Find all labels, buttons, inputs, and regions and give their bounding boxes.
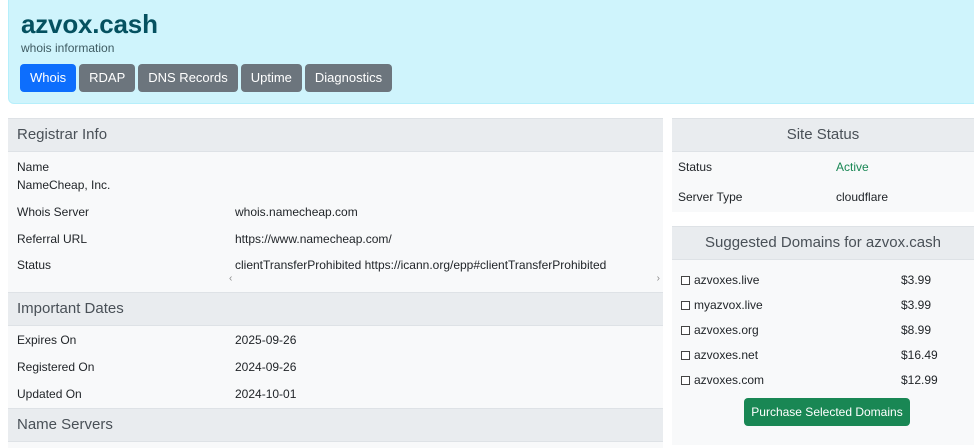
domain-price: $12.99: [901, 373, 938, 387]
referral-url-label: Referral URL: [17, 232, 88, 246]
registrar-name-value: NameCheap, Inc.: [17, 178, 111, 192]
domain-checkbox[interactable]: [681, 276, 690, 285]
domain-option[interactable]: azvoxes.org $8.99: [681, 323, 961, 339]
tab-uptime[interactable]: Uptime: [240, 64, 302, 92]
tab-whois[interactable]: Whois: [20, 64, 77, 92]
site-status-card: Site Status Status Active Server Type cl…: [672, 118, 974, 212]
server-type-label: Server Type: [678, 190, 743, 204]
registered-on-value: 2024-09-26: [235, 360, 297, 374]
important-dates-rows: Expires On 2025-09-26 Registered On 2024…: [8, 326, 663, 408]
tab-bar: Whois RDAP DNS Records Uptime Diagnostic…: [20, 64, 393, 92]
page-header: azvox.cash whois information Whois RDAP …: [8, 0, 974, 104]
expires-on-label: Expires On: [17, 333, 77, 347]
domain-option[interactable]: myazvox.live $3.99: [681, 298, 961, 314]
site-status-heading: Site Status: [672, 118, 974, 152]
tab-dns-records[interactable]: DNS Records: [138, 64, 238, 92]
registered-on-label: Registered On: [17, 360, 95, 374]
domain-name: myazvox.live: [694, 298, 763, 312]
scroll-left-arrow-icon[interactable]: ‹: [229, 273, 232, 284]
name-servers-heading: Name Servers: [8, 408, 663, 442]
status-horizontal-scrollbar[interactable]: ‹ ›: [226, 273, 663, 285]
important-dates-heading: Important Dates: [8, 292, 663, 326]
domain-option[interactable]: azvoxes.live $3.99: [681, 273, 961, 289]
registrar-info-rows: Name NameCheap, Inc. Whois Server whois.…: [8, 152, 663, 272]
domain-name: azvoxes.net: [694, 348, 759, 362]
whois-server-label: Whois Server: [17, 205, 90, 219]
updated-on-value: 2024-10-01: [235, 387, 297, 401]
domain-checkbox[interactable]: [681, 351, 690, 360]
domain-name: azvoxes.live: [694, 273, 760, 287]
domain-price: $3.99: [901, 273, 932, 287]
page-subtitle: whois information: [21, 41, 115, 55]
server-type-value: cloudflare: [836, 190, 889, 204]
whois-server-value: whois.namecheap.com: [235, 205, 358, 219]
domain-name: azvoxes.com: [694, 373, 765, 387]
tab-diagnostics[interactable]: Diagnostics: [304, 64, 393, 92]
domain-checkbox[interactable]: [681, 326, 690, 335]
updated-on-label: Updated On: [17, 387, 82, 401]
domain-price: $8.99: [901, 323, 932, 337]
domain-price: $3.99: [901, 298, 932, 312]
status-label: Status: [17, 258, 52, 272]
domain-option[interactable]: azvoxes.net $16.49: [681, 348, 961, 364]
registrar-name-label: Name: [17, 160, 50, 174]
expires-on-value: 2025-09-26: [235, 333, 297, 347]
site-status-label: Status: [678, 160, 713, 174]
registrar-info-heading: Registrar Info: [8, 118, 663, 152]
domain-name: azvoxes.org: [694, 323, 759, 337]
tab-rdap[interactable]: RDAP: [79, 64, 136, 92]
page-title: azvox.cash: [21, 9, 158, 39]
domain-price: $16.49: [901, 348, 938, 362]
scroll-right-arrow-icon[interactable]: ›: [657, 273, 660, 284]
whois-details-panel: Registrar Info Name NameCheap, Inc. Whoi…: [8, 118, 663, 448]
referral-url-value: https://www.namecheap.com/: [235, 232, 392, 246]
domain-option[interactable]: azvoxes.com $12.99: [681, 373, 961, 389]
domain-checkbox[interactable]: [681, 376, 690, 385]
purchase-selected-domains-button[interactable]: Purchase Selected Domains: [744, 398, 910, 426]
suggested-domains-card: Suggested Domains for azvox.cash azvoxes…: [672, 226, 974, 445]
site-status-value: Active: [836, 160, 869, 174]
suggested-domains-heading: Suggested Domains for azvox.cash: [672, 226, 974, 260]
domain-checkbox[interactable]: [681, 301, 690, 310]
status-value: clientTransferProhibited https://icann.o…: [235, 258, 607, 272]
